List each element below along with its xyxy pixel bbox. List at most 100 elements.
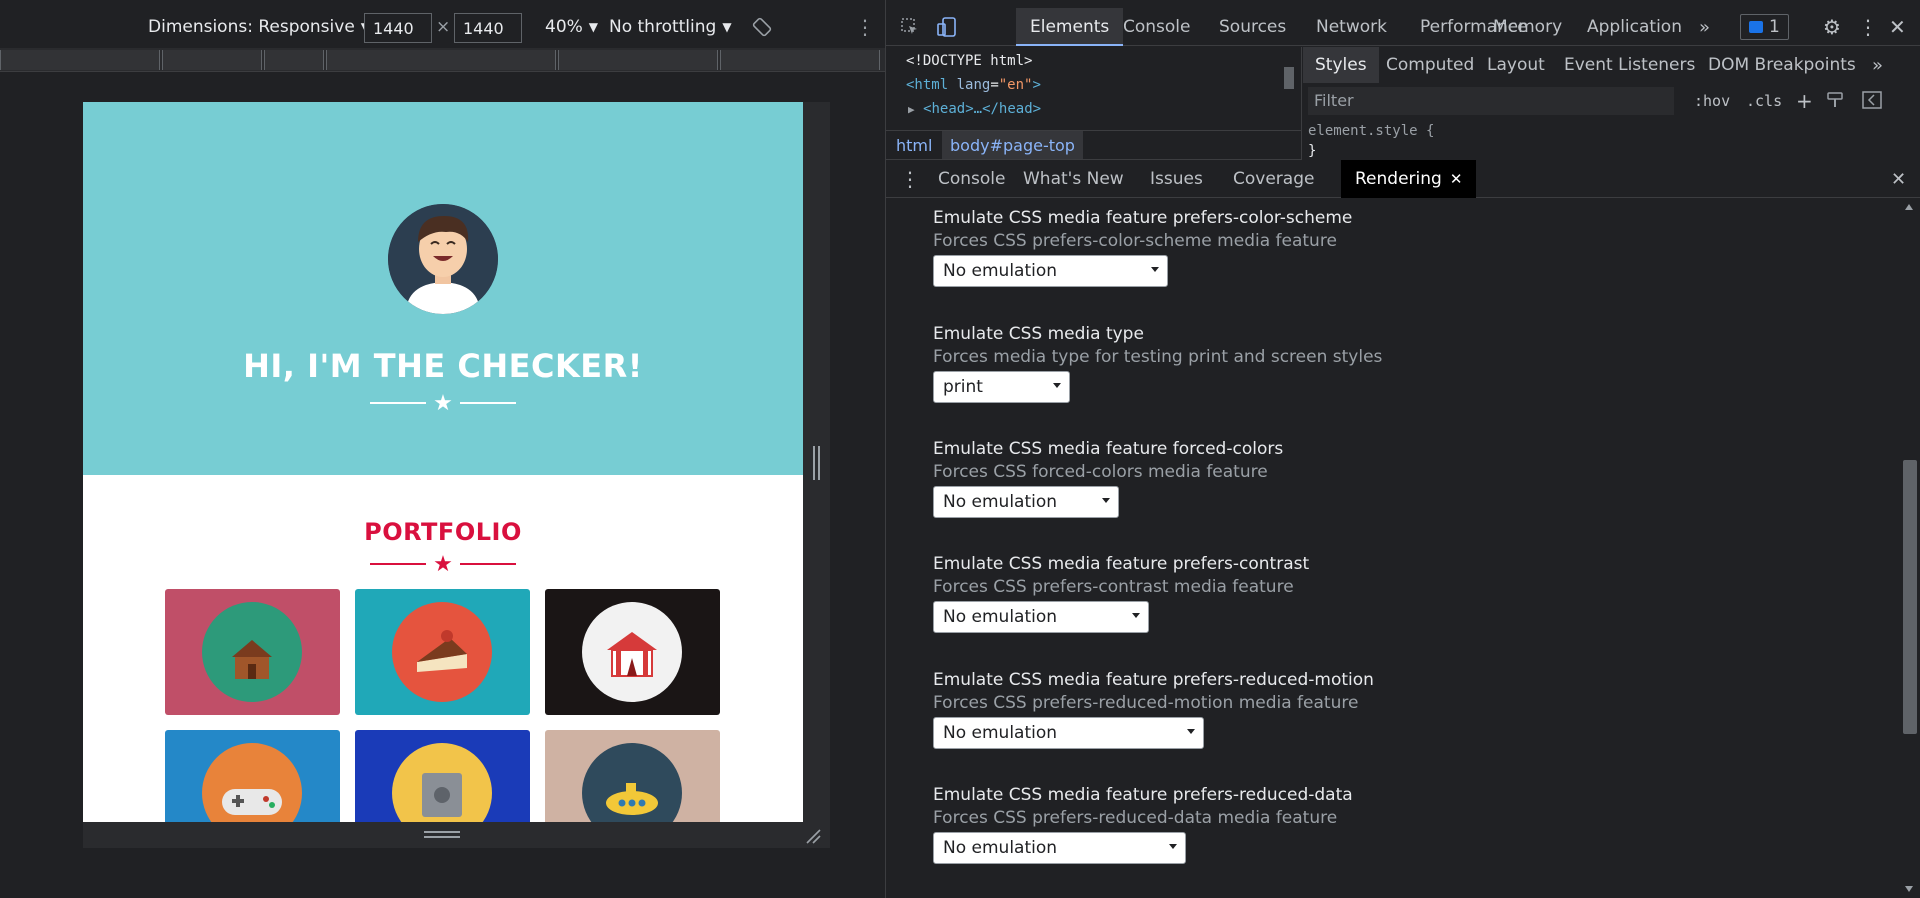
devtools-panel: Elements Console Sources Network Perform…	[885, 0, 1920, 898]
resize-grip-line	[424, 836, 460, 838]
throttling-dropdown[interactable]: No throttling ▼	[609, 8, 732, 46]
option-desc: Forces CSS prefers-color-scheme media fe…	[933, 231, 1337, 251]
breadcrumb-html[interactable]: html	[896, 131, 932, 159]
viewport-right-handle[interactable]	[803, 102, 830, 848]
close-drawer-icon[interactable]: ✕	[1891, 160, 1906, 198]
tab-layout[interactable]: Layout	[1487, 47, 1545, 83]
tab-styles[interactable]: Styles	[1303, 47, 1379, 83]
scroll-up-icon[interactable]	[1905, 204, 1913, 210]
portfolio-tile-submarine[interactable]	[545, 730, 720, 822]
width-input[interactable]	[364, 13, 432, 43]
styles-filter-input[interactable]: Filter	[1308, 87, 1674, 115]
resize-grip-line	[813, 446, 815, 480]
more-options-icon[interactable]: ⋮	[1858, 8, 1878, 46]
issues-count: 1	[1769, 17, 1780, 37]
portfolio-tile-game-controller[interactable]	[165, 730, 340, 822]
option-desc: Forces CSS forced-colors media feature	[933, 462, 1268, 482]
tab-network[interactable]: Network	[1316, 8, 1387, 46]
element-style-rule[interactable]: element.style {	[1308, 123, 1434, 139]
drawer-tab-whats-new[interactable]: What's New	[1023, 160, 1124, 198]
scroll-thumb[interactable]	[1284, 67, 1294, 89]
more-options-icon[interactable]: ⋮	[855, 8, 875, 46]
portfolio-title: PORTFOLIO	[364, 518, 522, 546]
prefers-contrast-select[interactable]: No emulation	[933, 601, 1149, 633]
tab-application[interactable]: Application	[1587, 8, 1682, 46]
option-title: Emulate CSS media feature forced-colors	[933, 439, 1284, 459]
portfolio-tile-cake[interactable]	[355, 589, 530, 715]
height-input[interactable]	[454, 13, 522, 43]
caret-down-icon: ▼	[722, 20, 732, 34]
tab-dom-breakpoints[interactable]: DOM Breakpoints	[1708, 47, 1856, 83]
tab-console[interactable]: Console	[1123, 8, 1191, 46]
rendering-panel: Emulate CSS media feature prefers-color-…	[886, 198, 1920, 898]
scroll-thumb[interactable]	[1903, 460, 1917, 734]
scroll-down-icon[interactable]	[1905, 886, 1913, 892]
drawer-tab-rendering[interactable]: Rendering ✕	[1341, 160, 1477, 198]
paint-brush-icon[interactable]	[1826, 91, 1844, 113]
element-style-close: }	[1308, 143, 1317, 159]
issues-counter[interactable]: 1	[1740, 8, 1789, 46]
corner-resize-icon[interactable]	[805, 828, 821, 848]
dimensions-dropdown[interactable]: Dimensions: Responsive▼	[148, 8, 370, 46]
cake-icon	[392, 602, 492, 702]
ruler-segment[interactable]	[0, 50, 160, 70]
drawer-tabbar: ⋮ Console What's New Issues Coverage Ren…	[886, 160, 1920, 198]
tab-event-listeners[interactable]: Event Listeners	[1564, 47, 1695, 83]
zoom-dropdown[interactable]: 40% ▼	[545, 8, 598, 46]
device-toggle-icon[interactable]	[936, 8, 958, 46]
times-sign: ×	[436, 17, 451, 37]
resize-grip-line	[424, 831, 460, 833]
hov-toggle[interactable]: :hov	[1694, 87, 1730, 115]
safe-icon	[392, 743, 492, 822]
ruler-segment[interactable]	[162, 50, 262, 70]
select-value: No emulation	[943, 838, 1058, 858]
divider-line	[370, 402, 426, 404]
ruler-segment[interactable]	[558, 50, 718, 70]
toggle-sidebar-icon[interactable]	[1862, 91, 1882, 113]
prefers-reduced-data-select[interactable]: No emulation	[933, 832, 1186, 864]
drawer-menu-icon[interactable]: ⋮	[900, 160, 920, 198]
ruler-segment[interactable]	[326, 50, 556, 70]
html-node[interactable]: <html lang="en">	[906, 77, 1041, 93]
ruler-segment[interactable]	[720, 50, 880, 70]
more-tabs-icon[interactable]: »	[1699, 8, 1710, 46]
doctype-node[interactable]: <!DOCTYPE html>	[906, 53, 1032, 69]
tab-sources[interactable]: Sources	[1219, 8, 1286, 46]
hero-divider: ★	[83, 391, 803, 416]
submarine-icon	[582, 743, 682, 822]
cls-toggle[interactable]: .cls	[1746, 87, 1782, 115]
close-devtools-icon[interactable]: ✕	[1889, 8, 1906, 46]
prefers-reduced-motion-select[interactable]: No emulation	[933, 717, 1204, 749]
more-tabs-icon[interactable]: »	[1872, 47, 1883, 83]
lang-value: "en"	[998, 77, 1033, 93]
drawer-tab-coverage[interactable]: Coverage	[1233, 160, 1314, 198]
chevron-down-icon	[1053, 383, 1061, 388]
breadcrumb-body[interactable]: body#page-top	[942, 131, 1083, 159]
head-node[interactable]: ▶ <head>…</head>	[908, 101, 1041, 117]
elements-scrollbar[interactable]	[1282, 51, 1296, 121]
settings-gear-icon[interactable]: ⚙	[1823, 8, 1841, 46]
add-rule-icon[interactable]: +	[1796, 87, 1813, 115]
select-value: No emulation	[943, 607, 1058, 627]
portfolio-tile-circus[interactable]	[545, 589, 720, 715]
divider-line	[460, 402, 516, 404]
inspect-element-icon[interactable]	[900, 8, 920, 46]
rendering-scrollbar[interactable]	[1900, 198, 1920, 898]
viewport-bottom-handle[interactable]	[83, 822, 830, 848]
rotate-icon[interactable]	[752, 8, 772, 46]
tab-computed[interactable]: Computed	[1386, 47, 1474, 83]
media-type-select[interactable]: print	[933, 371, 1070, 403]
avatar	[388, 204, 498, 314]
drawer-tab-issues[interactable]: Issues	[1150, 160, 1203, 198]
drawer-tab-console[interactable]: Console	[938, 160, 1006, 198]
forced-colors-select[interactable]: No emulation	[933, 486, 1119, 518]
expand-triangle-icon[interactable]: ▶	[908, 103, 915, 116]
ruler-segment[interactable]	[264, 50, 324, 70]
portfolio-tile-safe[interactable]	[355, 730, 530, 822]
portfolio-tile-cabin[interactable]	[165, 589, 340, 715]
tab-memory-text[interactable]: Memory	[1493, 8, 1562, 46]
close-tab-icon[interactable]: ✕	[1450, 170, 1463, 188]
tab-elements[interactable]: Elements	[1016, 8, 1124, 46]
prefers-color-scheme-select[interactable]: No emulation	[933, 255, 1168, 287]
option-title: Emulate CSS media feature prefers-contra…	[933, 554, 1310, 574]
